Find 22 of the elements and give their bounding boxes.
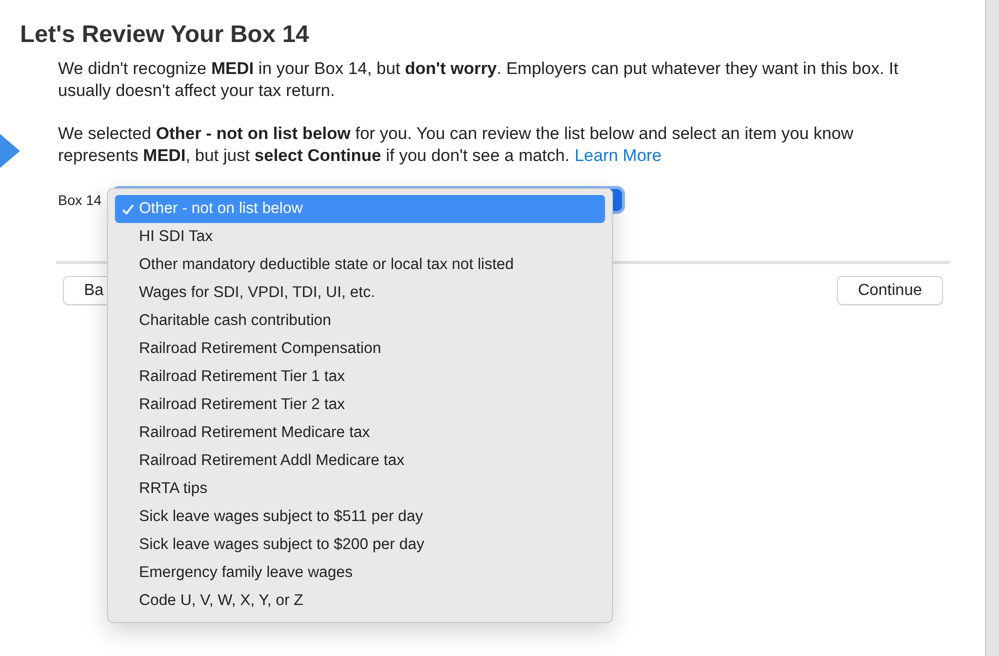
menu-item[interactable]: Wages for SDI, VPDI, TDI, UI, etc. [115,279,605,307]
menu-item[interactable]: HI SDI Tax [115,223,605,251]
menu-item[interactable]: Railroad Retirement Addl Medicare tax [115,447,605,475]
menu-item[interactable]: Sick leave wages subject to $200 per day [115,531,605,559]
menu-item[interactable]: Other mandatory deductible state or local tax not listed [115,251,605,279]
paragraph: We didn't recognize MEDI in your Box 14, but don't worry. Employers can put whatever they want in this box. It usually doesn't affect your tax return. [58,58,900,102]
menu-item[interactable]: Railroad Retirement Medicare tax [115,419,605,447]
menu-item[interactable]: Railroad Retirement Compensation [115,335,605,363]
paragraph: We selected Other - not on list below for you. You can review the list below and select an item you know represents MEDI, but just select Continue if you don't see a match. Learn More [58,123,854,167]
pointer-arrow-icon [0,134,20,168]
menu-item[interactable]: Sick leave wages subject to $511 per day [115,503,605,531]
menu-item[interactable]: Emergency family leave wages [115,559,605,587]
menu-item[interactable]: Railroad Retirement Tier 1 tax [115,363,605,391]
checkmark-icon [122,204,134,215]
learn-more-link[interactable]: Learn More [574,146,662,165]
continue-button[interactable]: Continue [836,276,943,305]
menu-item[interactable]: Railroad Retirement Tier 2 tax [115,391,605,419]
menu-item[interactable]: Code U, V, W, X, Y, or Z [115,587,605,615]
field-label: Box 14 [58,192,103,208]
page-title: Let's Review Your Box 14 [19,20,310,50]
menu-item[interactable]: RRTA tips [115,475,605,503]
menu-item[interactable]: Charitable cash contribution [115,307,605,335]
